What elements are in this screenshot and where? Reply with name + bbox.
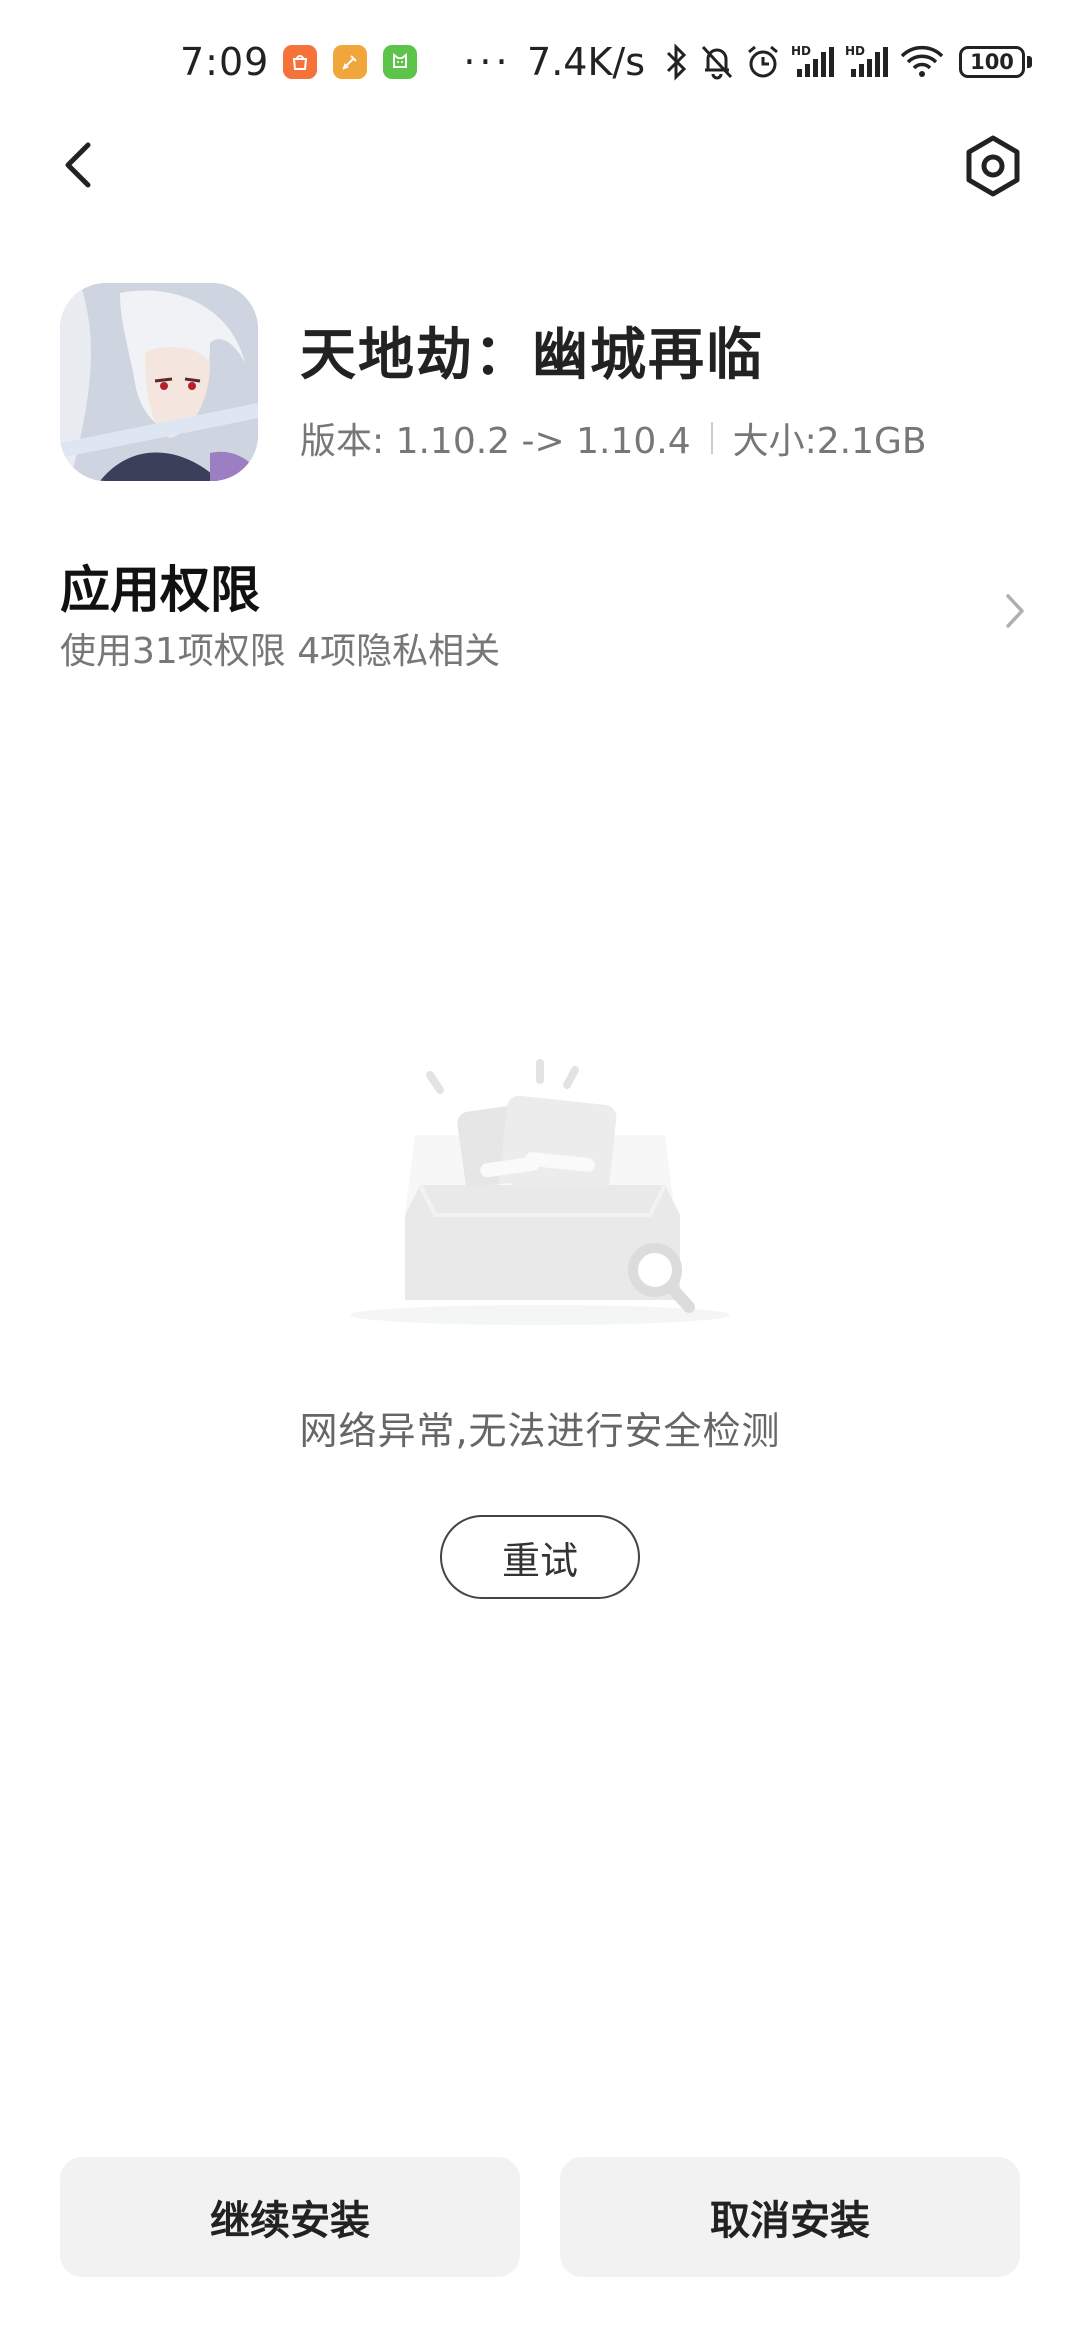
signal-hd-1-icon: HD xyxy=(791,43,835,81)
permissions-subtitle: 使用31项权限 4项隐私相关 xyxy=(60,631,501,672)
svg-text:HD: HD xyxy=(791,44,811,58)
app-size: 大小:2.1GB xyxy=(732,421,927,462)
mute-bell-icon xyxy=(699,43,735,81)
cancel-install-button[interactable]: 取消安装 xyxy=(560,2157,1020,2277)
signal-hd-2-icon: HD xyxy=(845,43,889,81)
app-version: 版本: 1.10.2 -> 1.10.4 xyxy=(300,421,691,462)
battery-icon: 100 xyxy=(959,46,1032,78)
bluetooth-icon xyxy=(665,43,689,81)
network-speed: 7.4K/s xyxy=(527,40,645,84)
meta-divider xyxy=(710,422,713,454)
back-arrow-icon xyxy=(65,142,91,188)
settings-button[interactable] xyxy=(960,133,1026,199)
cleaner-app-notification-icon xyxy=(333,45,368,79)
app-meta: 版本: 1.10.2 -> 1.10.4 大小:2.1GB xyxy=(300,412,927,464)
status-time: 7:09 xyxy=(180,40,270,84)
retry-button[interactable]: 重试 xyxy=(440,1515,640,1599)
network-error-message: 网络异常,无法进行安全检测 xyxy=(299,1409,781,1453)
app-icon xyxy=(60,283,258,481)
continue-install-button[interactable]: 继续安装 xyxy=(60,2157,520,2277)
alarm-icon xyxy=(745,43,781,81)
status-left: 7:09 ··· xyxy=(180,40,512,84)
battery-level: 100 xyxy=(959,46,1025,78)
permissions-title: 应用权限 xyxy=(60,561,260,619)
app-name: 天地劫：幽城再临 xyxy=(300,323,764,388)
cat-app-notification-icon xyxy=(383,45,418,79)
svg-text:HD: HD xyxy=(845,44,865,58)
status-bar: 7:09 ··· 7.4K/s HD HD 100 xyxy=(0,0,1080,124)
more-notifications-icon: ··· xyxy=(463,40,512,84)
chevron-right-icon xyxy=(1006,594,1024,628)
settings-hexagon-icon xyxy=(966,135,1020,197)
install-confirmation-screen: 7:09 ··· 7.4K/s HD HD 100 天地劫：幽城再临 版本: 1… xyxy=(0,0,1080,2340)
app-permissions-row[interactable]: 应用权限 使用31项权限 4项隐私相关 xyxy=(60,550,1030,680)
shopping-app-notification-icon xyxy=(283,45,318,79)
wifi-icon xyxy=(899,43,945,81)
back-button[interactable] xyxy=(50,135,110,195)
status-right: 7.4K/s HD HD 100 xyxy=(527,40,1032,84)
empty-inbox-illustration xyxy=(350,1059,730,1325)
